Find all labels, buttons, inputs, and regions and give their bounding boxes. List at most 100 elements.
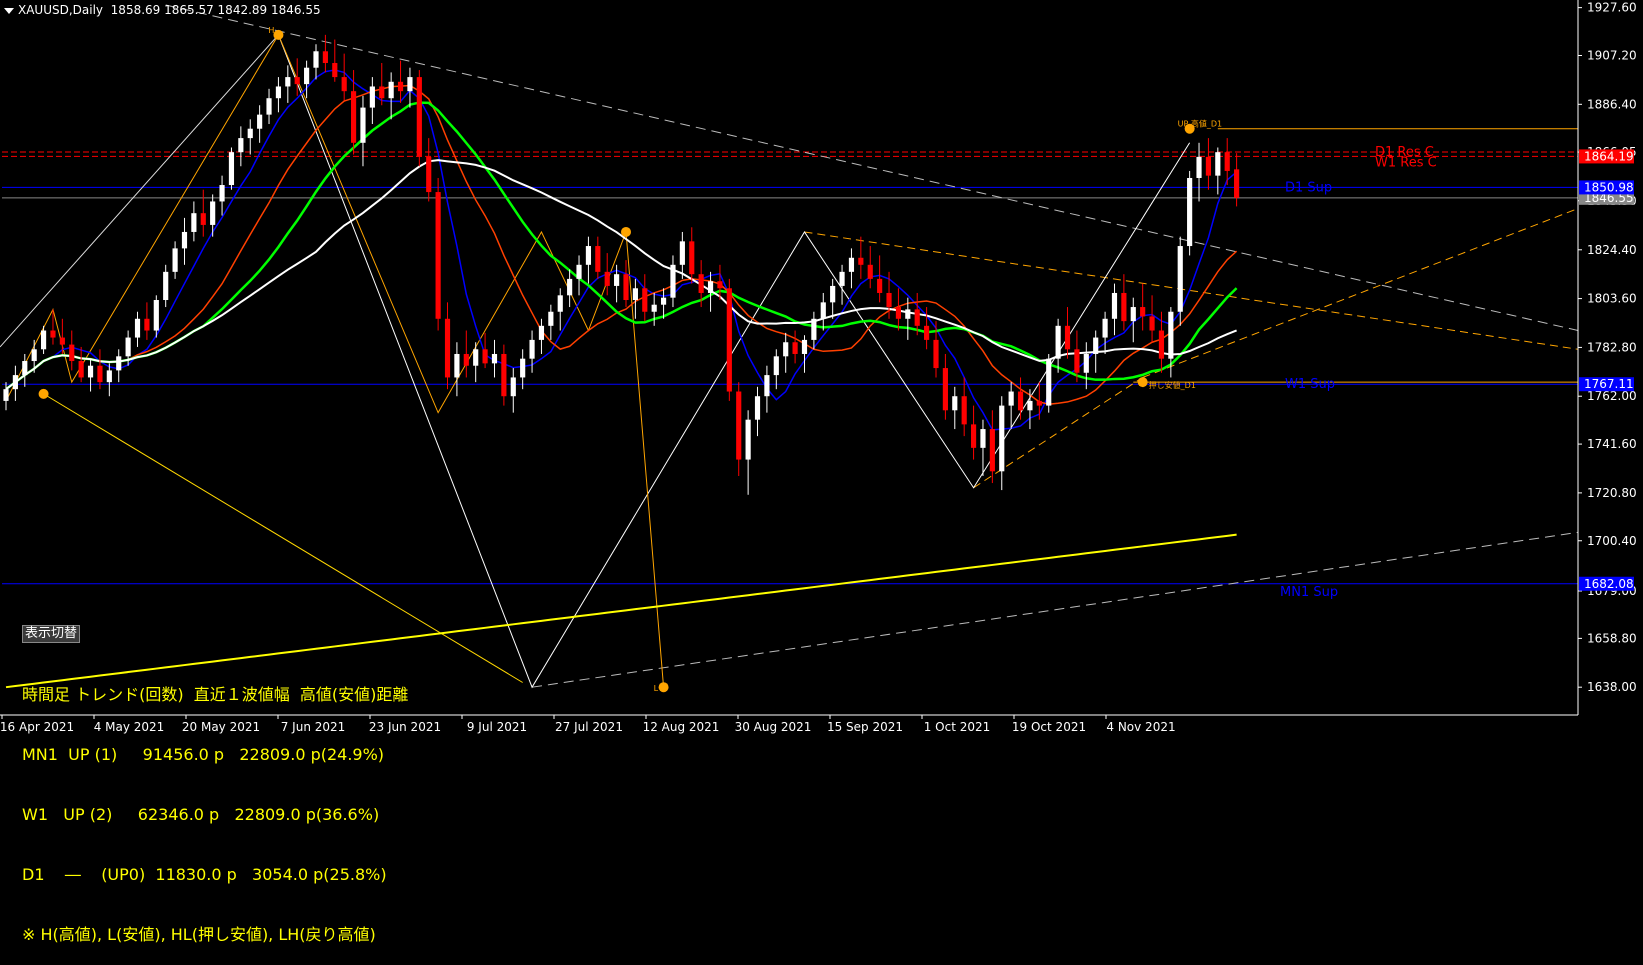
price-tag-mn-sup: 1682.08 [1584, 577, 1634, 591]
candle-body [416, 77, 422, 157]
candle-body [1111, 292, 1118, 319]
candle-body [407, 77, 413, 92]
candle-body [999, 405, 1005, 472]
symbol-label: XAUUSD,Daily [18, 3, 104, 17]
candle-body [1149, 316, 1155, 331]
candle-body [1215, 152, 1221, 176]
time-tick-label: 27 Jul 2021 [555, 720, 623, 734]
price-tick-label: 1782.80 [1587, 340, 1637, 354]
candle-body [1064, 325, 1071, 350]
panel-row-legend: ※ H(高値), L(安値), HL(押し安値), LH(戻り高値) [22, 925, 376, 944]
candle-body [444, 318, 451, 378]
candle-body [632, 288, 638, 301]
candle-body [773, 356, 779, 376]
candle-body [557, 295, 563, 312]
candle-body [40, 330, 47, 350]
price-tick-label: 1638.00 [1587, 680, 1637, 694]
candle-body [679, 241, 685, 265]
candle-body [304, 67, 310, 85]
candle-body [736, 391, 742, 460]
candle-body [1046, 358, 1052, 406]
candle-body [1187, 177, 1193, 247]
dropdown-triangle-icon[interactable] [4, 7, 14, 14]
candle-body [501, 353, 507, 397]
candle-body [689, 241, 695, 275]
candle-body [426, 156, 432, 193]
label-w1-sup: W1 Sup [1285, 377, 1335, 392]
marker-recent-low [1137, 377, 1148, 388]
label-w1-res: W1 Res C [1375, 155, 1437, 170]
candle-body [369, 86, 375, 108]
candle-body [820, 302, 826, 319]
candle-body [529, 339, 535, 359]
candle-body [660, 297, 667, 305]
candle-body [895, 307, 902, 319]
time-tick-label: 30 Aug 2021 [735, 720, 812, 734]
candle-body [670, 264, 676, 298]
candle-body [1224, 152, 1230, 171]
candle-body [1158, 330, 1165, 359]
candle-body [491, 353, 498, 364]
candle-body [181, 231, 188, 249]
candle-body [942, 368, 948, 411]
candle-body [97, 365, 103, 383]
candle-body [3, 389, 9, 401]
candle-body [567, 278, 573, 296]
panel-row-d1: D1 ― (UP0) 11830.0 p 3054.0 p(25.8%) [22, 865, 387, 884]
candle-body [172, 248, 178, 272]
candle-body [12, 375, 18, 390]
candle-body [989, 429, 995, 472]
price-tick-label: 1700.40 [1587, 534, 1637, 548]
candle-body [210, 201, 216, 225]
candle-body [1055, 325, 1061, 359]
candle-body [435, 192, 441, 319]
candle-body [31, 349, 37, 362]
candle-body [1168, 311, 1174, 359]
candle-body [219, 185, 225, 202]
candle-body [144, 318, 150, 331]
candle-body [886, 292, 892, 308]
candle-body [830, 285, 836, 303]
price-tag-resistance: 1864.19 [1584, 149, 1634, 163]
candle-body [651, 304, 657, 312]
candle-body [905, 309, 911, 319]
candle-body [106, 370, 112, 383]
candle-body [1140, 307, 1146, 317]
time-tick-label: 15 Sep 2021 [827, 720, 903, 734]
candle-body [783, 342, 789, 357]
price-tick-label: 1886.40 [1587, 97, 1637, 111]
candle-body [980, 429, 986, 448]
candle-body [924, 325, 930, 340]
candle-body [867, 264, 873, 279]
candle-body [360, 107, 366, 143]
candle-body [266, 98, 272, 115]
candle-body [961, 396, 967, 425]
candle-body [858, 257, 864, 265]
candle-body [59, 337, 65, 345]
candle-body [1036, 400, 1042, 406]
annot-recent-low: 押し安値_D1 [1149, 380, 1196, 390]
candle-body [914, 309, 920, 326]
candle-body [22, 361, 28, 376]
candle-body [388, 81, 394, 99]
candle-body [228, 152, 235, 186]
annot-recent-high: UP 高値_D1 [1178, 119, 1222, 129]
candle-body [1205, 156, 1212, 176]
candle-body [520, 358, 526, 378]
price-tick-label: 1720.80 [1587, 486, 1637, 500]
label-mn-sup: MN1 Sup [1280, 585, 1338, 600]
trend-info-panel: 表示切替 時間足 トレンド(回数) 直近１波値幅 高値(安値)距離 MN1 UP… [22, 582, 408, 965]
ohlc-values: 1858.69 1865.57 1842.89 1846.55 [110, 3, 321, 17]
candle-body [454, 353, 460, 378]
candle-body [970, 424, 977, 448]
display-toggle-button[interactable]: 表示切替 [22, 625, 81, 643]
candle-body [792, 342, 798, 354]
candle-body [134, 318, 141, 338]
candle-body [623, 274, 629, 301]
annot-high: H [268, 26, 274, 35]
candle-body [595, 246, 601, 272]
candle-body [463, 353, 469, 366]
price-tick-label: 1927.60 [1587, 1, 1637, 15]
time-tick-label: 19 Oct 2021 [1012, 720, 1086, 734]
candle-body [87, 365, 94, 378]
